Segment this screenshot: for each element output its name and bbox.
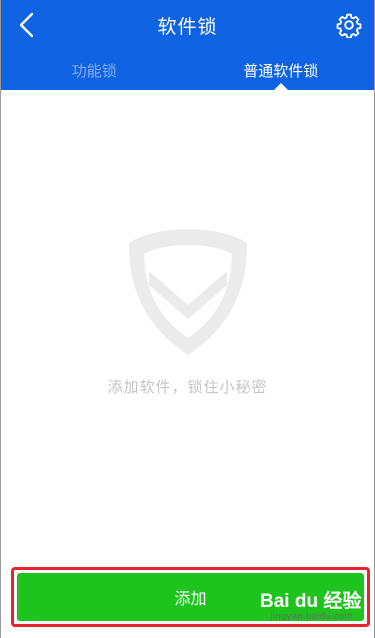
add-button[interactable]: 添加	[17, 573, 364, 621]
empty-message: 添加软件，锁住小秘密	[107, 378, 268, 396]
tab-app-lock[interactable]: 普通软件锁	[188, 50, 375, 90]
chevron-left-icon	[19, 12, 34, 38]
add-button-label: 添加	[174, 589, 207, 608]
active-tab-indicator	[273, 83, 288, 90]
settings-button[interactable]	[332, 8, 366, 42]
tab-bar: 功能锁 普通软件锁	[1, 50, 374, 90]
page-title: 软件锁	[157, 15, 218, 38]
app-header: 软件锁	[1, 0, 374, 50]
add-button-highlight: 添加	[11, 567, 370, 627]
gear-icon	[336, 13, 362, 38]
tab-label: 普通软件锁	[243, 61, 319, 80]
tab-label: 功能锁	[71, 61, 117, 80]
tab-feature-lock[interactable]: 功能锁	[1, 50, 188, 90]
shield-logo-icon	[128, 229, 247, 355]
back-button[interactable]	[9, 8, 45, 42]
empty-state: 添加软件，锁住小秘密	[1, 225, 374, 397]
